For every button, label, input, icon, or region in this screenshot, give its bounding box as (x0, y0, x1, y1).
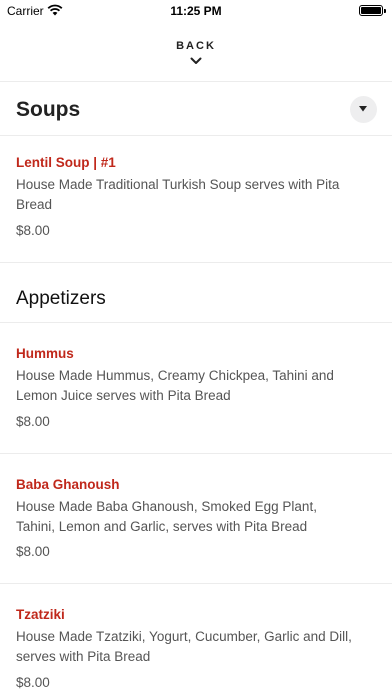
battery-cap (384, 9, 386, 13)
item-price: $8.00 (16, 544, 50, 559)
item-price: $8.00 (16, 223, 50, 238)
section-divider (0, 262, 392, 263)
item-name: Lentil Soup | #1 (16, 155, 116, 170)
menu-item-tzatziki[interactable]: Tzatziki House Made Tzatziki, Yogurt, Cu… (0, 607, 392, 696)
item-price: $8.00 (16, 414, 50, 429)
caret-down-icon (359, 106, 367, 112)
item-divider (0, 453, 392, 454)
clock-time: 11:25 PM (170, 4, 222, 18)
menu-item-hummus[interactable]: Hummus House Made Hummus, Creamy Chickpe… (0, 346, 392, 436)
header-divider (0, 81, 392, 82)
section-divider (0, 135, 392, 136)
item-price: $8.00 (16, 675, 50, 690)
menu-item-lentil-soup[interactable]: Lentil Soup | #1 House Made Traditional … (0, 155, 392, 245)
item-description: House Made Hummus, Creamy Chickpea, Tahi… (16, 368, 334, 403)
menu-item-baba-ghanoush[interactable]: Baba Ghanoush House Made Baba Ghanoush, … (0, 477, 392, 567)
back-button[interactable]: BACK (146, 38, 246, 72)
item-description: House Made Tzatziki, Yogurt, Cucumber, G… (16, 629, 352, 664)
item-name: Tzatziki (16, 607, 65, 622)
back-label: BACK (176, 40, 216, 52)
item-name: Baba Ghanoush (16, 477, 120, 492)
section-toggle-button[interactable] (350, 96, 377, 123)
section-title-soups: Soups (16, 98, 81, 121)
item-divider (0, 583, 392, 584)
item-name: Hummus (16, 346, 74, 361)
section-divider (0, 322, 392, 323)
item-description: House Made Baba Ghanoush, Smoked Egg Pla… (16, 499, 317, 534)
battery-level (361, 7, 381, 14)
section-title-appetizers: Appetizers (16, 288, 106, 309)
status-bar: Carrier 11:25 PM (0, 0, 392, 22)
chevron-down-icon (190, 57, 202, 64)
battery-icon (359, 5, 386, 16)
item-description: House Made Traditional Turkish Soup serv… (16, 177, 340, 212)
